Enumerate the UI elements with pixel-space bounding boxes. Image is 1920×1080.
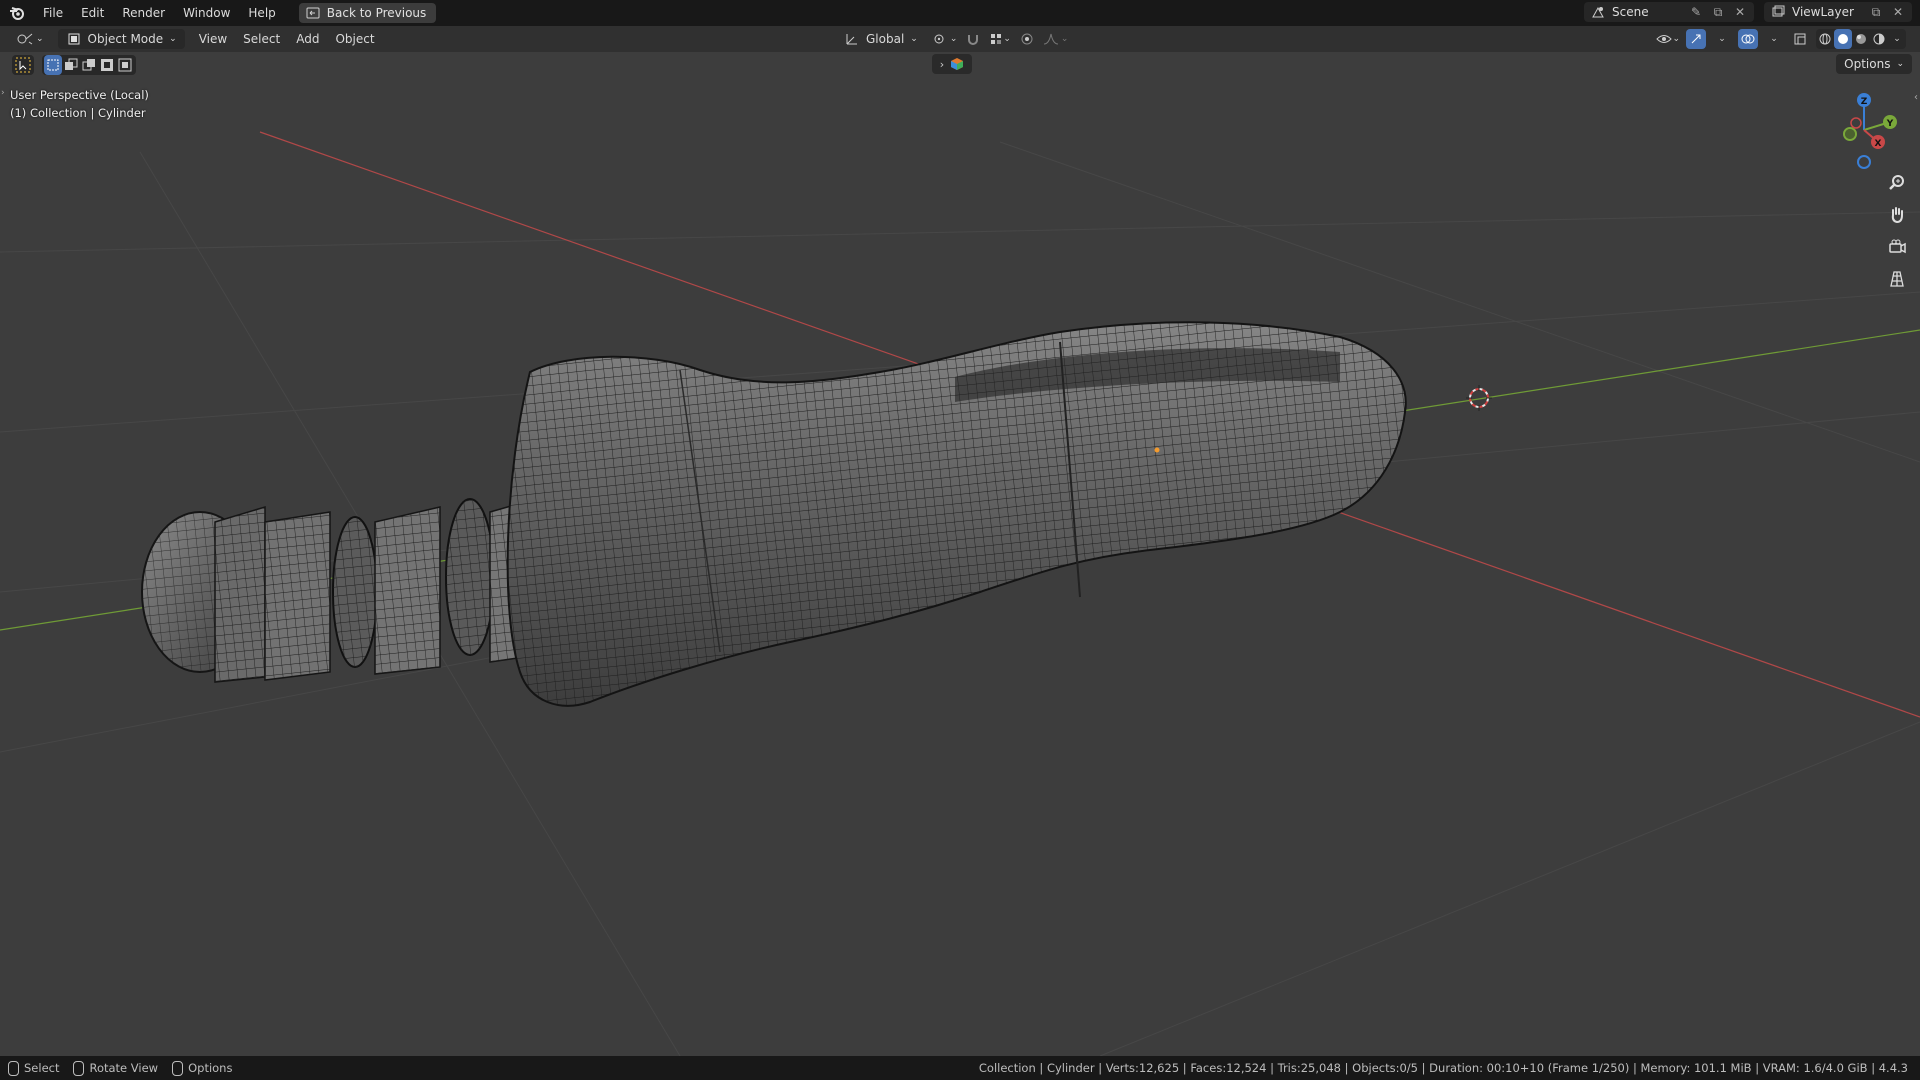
overlays-dropdown-icon[interactable]: ⌄ [1764,29,1784,49]
object-origin-dot [1154,447,1160,453]
shading-dropdown-icon[interactable]: ⌄ [1888,29,1906,49]
addon-panel-button[interactable]: › [932,54,972,74]
menu-view[interactable]: View [191,29,235,49]
pin-icon[interactable]: ✎ [1688,4,1704,20]
scene-name: Scene [1612,5,1649,19]
top-bar: File Edit Render Window Help Back to Pre… [0,0,1920,26]
menu-render[interactable]: Render [113,2,174,24]
zoom-icon[interactable] [1884,170,1910,196]
viewport-header: ⌄ Object Mode ⌄ View Select Add Object G… [0,26,1920,52]
menu-file[interactable]: File [34,2,72,24]
select-invert-icon[interactable] [98,55,116,75]
chevron-down-icon: ⌄ [910,34,918,44]
rendered-shading-icon[interactable] [1870,29,1888,49]
material-shading-icon[interactable] [1852,29,1870,49]
status-bar: Select Rotate View Options Collection | … [0,1056,1920,1080]
gizmo-toggle-icon[interactable] [1686,29,1706,49]
gizmo-neg-x-axis [1850,117,1862,129]
gizmo-neg-z-axis [1857,155,1871,169]
new-scene-icon[interactable]: ⧉ [1710,4,1726,20]
select-new-icon[interactable] [44,55,62,75]
3d-viewport[interactable]: › › User Perspective (Local) (1) Collect… [0,52,1920,1056]
menu-object[interactable]: Object [327,29,382,49]
transform-orientation-dropdown[interactable]: Global ⌄ [836,29,926,49]
menu-add[interactable]: Add [288,29,327,49]
cylinder-mesh [141,321,1407,707]
svg-text:Z: Z [1861,97,1868,107]
object-mode-icon [66,31,82,47]
back-screen-icon [305,5,321,21]
mouse-middle-icon [73,1060,85,1076]
camera-view-icon[interactable] [1884,234,1910,260]
options-label: Options [1844,57,1891,71]
viewport-info-overlay: User Perspective (Local) (1) Collection … [10,86,149,122]
3d-cursor-icon [1466,385,1492,411]
pan-hand-icon[interactable] [1884,202,1910,228]
toolbar-expand-icon[interactable]: › [1,88,5,98]
visibility-icon[interactable]: ⌄ [1656,29,1680,49]
scene-selector[interactable]: Scene ✎ ⧉ ✕ [1584,2,1754,22]
chevron-down-icon: ⌄ [169,34,177,44]
view-layer-icon [1770,4,1786,20]
falloff-icon[interactable]: ⌄ [1043,29,1068,49]
back-to-previous-button[interactable]: Back to Previous [298,3,437,23]
select-subtract-icon[interactable] [80,55,98,75]
mouse-left-icon [8,1060,19,1076]
viewport-options-dropdown[interactable]: Options ⌄ [1836,54,1912,74]
select-intersect-icon[interactable] [116,55,134,75]
chevron-down-icon: ⌄ [1896,59,1904,69]
view-layer-selector[interactable]: ViewLayer ⧉ ✕ [1764,2,1912,22]
transform-orientation-label: Global [866,32,905,46]
back-to-previous-label: Back to Previous [326,6,427,20]
selection-mode-group [42,55,136,75]
new-view-layer-icon[interactable]: ⧉ [1868,4,1884,20]
status-options-label: Options [188,1061,233,1075]
svg-text:Y: Y [1886,119,1894,129]
object-mode-dropdown[interactable]: Object Mode ⌄ [57,29,185,49]
snap-toggle-icon[interactable] [963,29,983,49]
status-select-label: Select [24,1061,60,1075]
object-mode-label: Object Mode [87,32,164,46]
delete-view-layer-icon[interactable]: ✕ [1890,4,1906,20]
menu-window[interactable]: Window [174,2,239,24]
navigation-buttons [1884,170,1910,292]
gizmo-dropdown-icon[interactable]: ⌄ [1712,29,1732,49]
status-options-hint: Options [172,1060,233,1076]
orientation-axes-icon [844,31,860,47]
active-object-label: (1) Collection | Cylinder [10,106,146,120]
delete-scene-icon[interactable]: ✕ [1732,4,1748,20]
editor-type-dropdown[interactable]: ⌄ [8,29,52,49]
solid-shading-icon[interactable] [1834,29,1852,49]
select-extend-icon[interactable] [62,55,80,75]
sidebar-expand-icon[interactable]: ‹ [1914,92,1918,103]
chevron-right-icon: › [939,57,945,71]
scene-icon [1590,4,1606,20]
wireframe-shading-icon[interactable] [1816,29,1834,49]
proportional-editing-icon[interactable] [1017,29,1037,49]
status-rotate-hint: Rotate View [73,1060,159,1076]
status-select-hint: Select [8,1060,60,1076]
svg-text:X: X [1875,139,1882,149]
blender-logo-icon[interactable] [6,2,28,24]
pivot-point-icon[interactable]: ⌄ [932,29,957,49]
tool-header [12,55,136,75]
editor-type-icon [17,33,33,45]
addon-cube-icon [951,58,964,70]
snap-target-icon[interactable]: ⌄ [989,29,1011,49]
overlays-toggle-icon[interactable] [1738,29,1758,49]
select-box-tool-icon[interactable] [12,55,34,75]
menu-edit[interactable]: Edit [72,2,113,24]
menu-select[interactable]: Select [235,29,288,49]
mouse-right-icon [172,1060,184,1076]
menu-help[interactable]: Help [239,2,284,24]
view-layer-name: ViewLayer [1792,5,1854,19]
scene-statistics: Collection | Cylinder | Verts:12,625 | F… [978,1061,1908,1075]
viewport-scene [0,131,1920,1056]
shading-mode-group: ⌄ [1816,29,1906,49]
view-perspective-label: User Perspective (Local) [10,88,149,102]
xray-toggle-icon[interactable] [1790,29,1810,49]
status-rotate-label: Rotate View [89,1061,159,1075]
navigation-gizmo[interactable]: Z Y X [1822,88,1906,172]
perspective-toggle-icon[interactable] [1884,266,1910,292]
